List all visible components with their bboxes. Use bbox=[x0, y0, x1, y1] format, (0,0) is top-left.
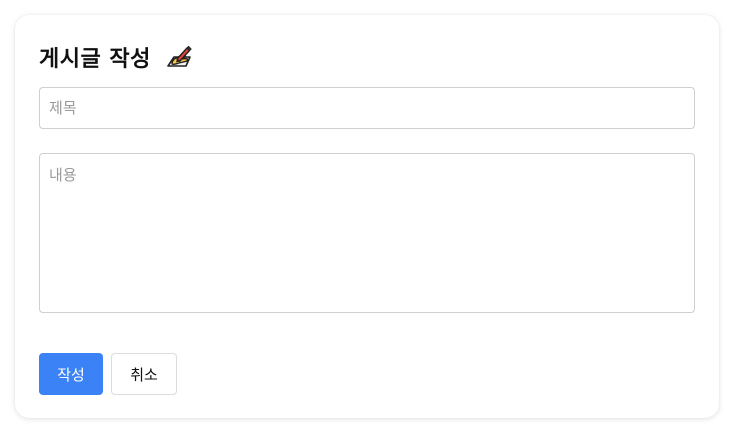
writing-hand-icon bbox=[163, 42, 193, 72]
title-input[interactable] bbox=[39, 87, 695, 129]
post-form-card: 게시글 작성 작성 취소 bbox=[15, 15, 719, 418]
page-title: 게시글 작성 bbox=[39, 47, 151, 72]
submit-button-label: 작성 bbox=[57, 365, 85, 384]
submit-button[interactable]: 작성 bbox=[39, 353, 103, 395]
content-textarea[interactable] bbox=[39, 153, 695, 313]
cancel-button-label: 취소 bbox=[130, 365, 158, 384]
form-header: 게시글 작성 bbox=[39, 41, 193, 73]
cancel-button[interactable]: 취소 bbox=[111, 353, 177, 395]
